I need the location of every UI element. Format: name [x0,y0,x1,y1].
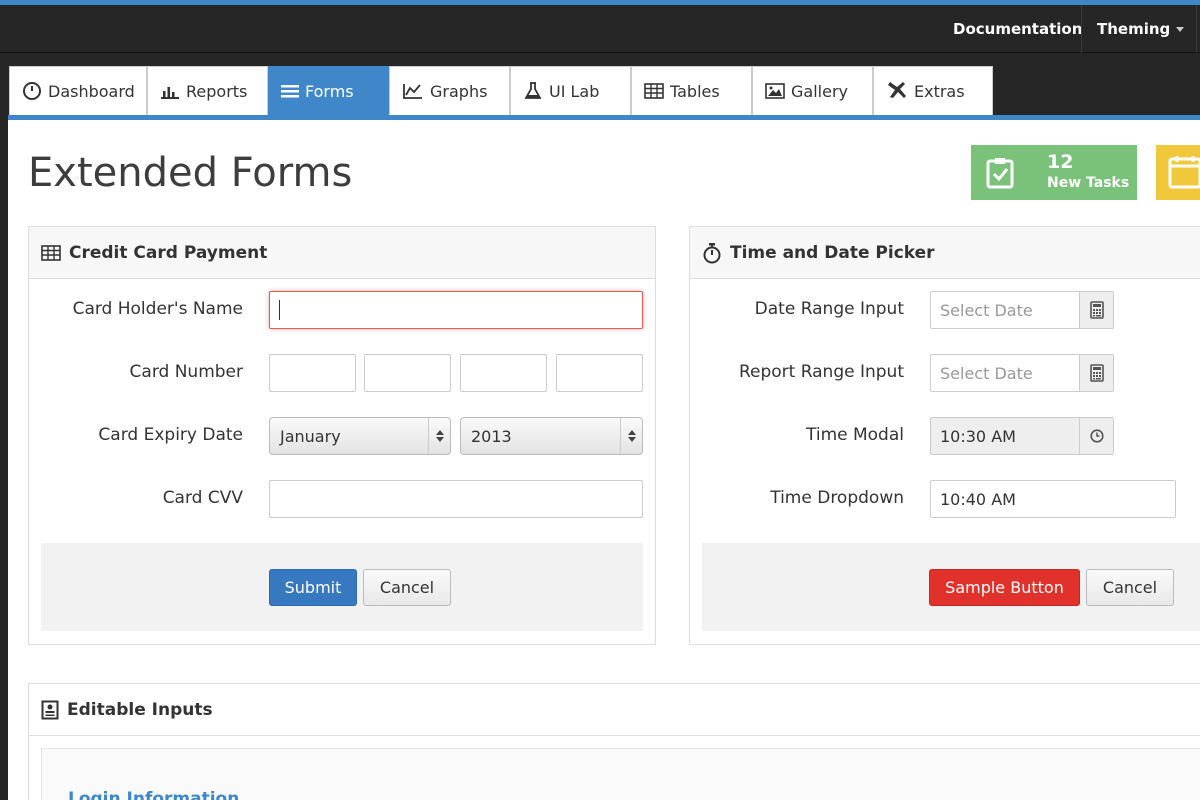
panel-title: Time and Date Picker [730,242,935,263]
clock-addon[interactable] [1079,418,1113,454]
date-placeholder: Select Date [940,300,1033,320]
panel-heading: Time and Date Picker [690,227,1200,279]
navbar-divider [1081,5,1082,53]
calendar-icon [1168,156,1200,189]
card-number-label: Card Number [129,362,243,382]
tab-label: Gallery [791,81,848,101]
tab-gallery[interactable]: Gallery [752,66,873,115]
credit-card-panel: Credit Card Payment Card Holder's Name C… [28,226,656,645]
line-chart-icon [403,84,422,99]
table-icon [644,83,664,99]
form-actions: Submit Cancel [41,543,643,631]
card-number-part-3[interactable] [460,354,547,392]
tab-graphs[interactable]: Graphs [389,66,510,115]
panel-title: Editable Inputs [67,699,213,720]
flask-icon [524,82,542,99]
time-dropdown-input[interactable]: 10:40 AM [930,480,1176,518]
select-arrows-icon [620,418,642,454]
card-number-part-2[interactable] [364,354,451,392]
stopwatch-icon [703,242,721,263]
calculator-icon [1089,301,1104,319]
panel-title: Credit Card Payment [69,242,268,263]
select-value: 2013 [471,426,512,446]
select-value: January [280,426,341,446]
tab-extras[interactable]: Extras [873,66,993,115]
page-title: Extended Forms [28,150,353,196]
report-placeholder: Select Date [940,363,1033,383]
login-information-link[interactable]: Login Information [68,789,239,800]
tab-reports[interactable]: Reports [147,66,268,115]
card-cvv-label: Card CVV [162,488,243,508]
card-holder-label: Card Holder's Name [72,299,243,319]
tab-label: Tables [670,81,720,101]
clipboard-check-icon [986,158,1014,189]
date-range-label: Date Range Input [754,299,904,319]
panel-heading: Editable Inputs [29,684,1200,736]
bar-chart-icon [161,87,179,99]
time-date-picker-panel: Time and Date Picker Date Range Input Se… [689,226,1200,645]
plane-icon [888,82,906,98]
tab-label: Reports [186,81,248,101]
list-icon [281,85,299,98]
caret-down-icon [1176,27,1185,32]
editable-inputs-panel: Editable Inputs Login Information [28,683,1200,800]
cancel-button[interactable]: Cancel [1086,569,1174,606]
tab-dashboard[interactable]: Dashboard [9,66,147,115]
tab-label: Graphs [430,81,488,101]
select-arrows-icon [428,418,450,454]
cancel-button[interactable]: Cancel [363,569,451,606]
tab-forms[interactable]: Forms [268,66,389,115]
navbar-divider [1196,5,1197,53]
form-actions: Sample Button Cancel [702,543,1200,631]
submit-button[interactable]: Submit [269,569,357,606]
tab-label: Extras [914,81,965,101]
card-holder-input[interactable] [269,291,643,329]
table-icon [41,244,61,261]
expiry-year-select[interactable]: 2013 [460,417,643,455]
stat-label: New Tasks [1047,175,1130,191]
clock-icon [1089,429,1104,443]
time-dropdown-value: 10:40 AM [940,489,1016,509]
stat-number: 12 [1047,151,1074,173]
tab-label: Forms [305,81,354,101]
card-number-part-1[interactable] [269,354,356,392]
new-tasks-stat[interactable]: 12 New Tasks [971,145,1137,200]
time-dropdown-label: Time Dropdown [770,488,904,508]
sample-button[interactable]: Sample Button [929,569,1080,606]
card-expiry-label: Card Expiry Date [98,425,243,445]
tab-label: UI Lab [549,81,600,101]
theming-label: Theming [1097,20,1171,38]
expiry-month-select[interactable]: January [269,417,451,455]
time-modal-label: Time Modal [805,425,904,445]
dashboard-icon [23,82,41,100]
documentation-link[interactable]: Documentation [953,5,1082,53]
editable-inner-well: Login Information [41,748,1200,800]
time-modal-input[interactable]: 10:30 AM [930,417,1114,455]
report-range-input[interactable]: Select Date [930,354,1114,392]
calendar-addon[interactable] [1079,292,1113,328]
calculator-icon [1089,364,1104,382]
tab-tables[interactable]: Tables [631,66,752,115]
card-cvv-input[interactable] [269,480,643,518]
tab-ui-lab[interactable]: UI Lab [510,66,631,115]
top-navbar: Documentation Theming [0,5,1200,53]
panel-heading: Credit Card Payment [29,227,655,279]
report-range-label: Report Range Input [738,362,904,382]
calendar-stat[interactable] [1156,145,1200,200]
calendar-addon[interactable] [1079,355,1113,391]
tab-label: Dashboard [48,81,135,101]
theming-dropdown[interactable]: Theming [1097,5,1185,53]
date-range-input[interactable]: Select Date [930,291,1114,329]
contact-card-icon [41,700,59,719]
card-number-part-4[interactable] [556,354,643,392]
time-modal-value: 10:30 AM [940,426,1016,446]
text-cursor [279,300,280,320]
main-content: Extended Forms 12 New Tasks Credit Card … [8,115,1200,800]
main-tabs: Dashboard Reports Forms Graphs UI Lab Ta… [0,53,1200,115]
picture-icon [765,83,785,99]
